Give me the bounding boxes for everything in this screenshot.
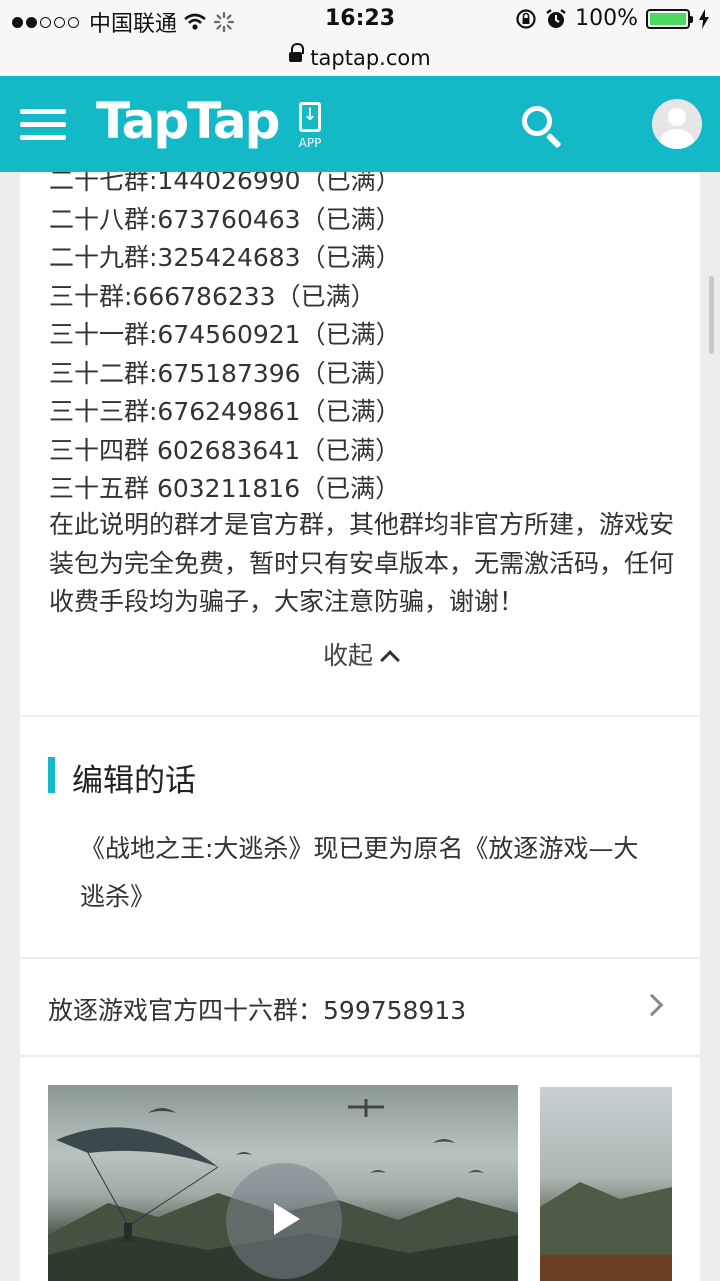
url-domain: taptap.com bbox=[310, 46, 431, 70]
charging-bolt-icon bbox=[699, 8, 709, 29]
collapse-button[interactable]: 收起 bbox=[20, 636, 700, 672]
group-item: 三十五群 603211816（已满） bbox=[49, 474, 401, 503]
address-bar[interactable]: taptap.com bbox=[0, 40, 720, 76]
status-bar: 中国联通 16:23 100% bbox=[0, 0, 720, 40]
app-download-icon[interactable]: APP bbox=[292, 102, 328, 152]
section-accent-bar bbox=[48, 757, 55, 793]
play-icon[interactable] bbox=[226, 1163, 342, 1279]
screenshot-scene-image bbox=[540, 1182, 672, 1281]
app-label: APP bbox=[298, 136, 322, 150]
battery-percent: 100% bbox=[575, 6, 638, 31]
group-item: 二十七群:144026990（已满） bbox=[49, 172, 401, 195]
editor-note-text: 《战地之王:大逃杀》现已更为原名《放逐游戏—大逃杀》 bbox=[80, 834, 639, 911]
search-icon[interactable] bbox=[520, 104, 564, 149]
editor-note-card: 编辑的话 《战地之王:大逃杀》现已更为原名《放逐游戏—大逃杀》 bbox=[20, 717, 700, 957]
scrollbar[interactable] bbox=[709, 276, 714, 354]
media-gallery bbox=[20, 1057, 700, 1281]
group-item: 三十群:666786233（已满） bbox=[49, 281, 376, 311]
chevron-up-icon bbox=[380, 650, 400, 670]
group-item: 二十八群:673760463（已满） bbox=[49, 204, 401, 234]
chevron-right-icon bbox=[640, 993, 664, 1017]
group-item: 三十四群 602683641（已满） bbox=[49, 435, 401, 465]
game-description-card: 二十七群:144026990（已满） 二十八群:673760463（已满） 二十… bbox=[20, 172, 700, 715]
hamburger-menu-icon[interactable] bbox=[20, 109, 66, 141]
lock-icon bbox=[289, 42, 305, 64]
status-right: 100% bbox=[515, 6, 710, 31]
section-title: 编辑的话 bbox=[72, 763, 196, 799]
group-item: 三十一群:674560921（已满） bbox=[49, 320, 401, 349]
site-header: TapTap APP bbox=[0, 76, 720, 172]
user-avatar-icon[interactable] bbox=[652, 99, 702, 149]
group-list: 二十七群:144026990（已满） 二十八群:673760463（已满） 二十… bbox=[49, 172, 679, 509]
screenshot-thumbnail[interactable] bbox=[540, 1087, 672, 1281]
taptap-logo[interactable]: TapTap bbox=[96, 92, 280, 150]
video-thumbnail[interactable] bbox=[48, 1085, 518, 1281]
official-group-label: 放逐游戏官方四十六群：599758913 bbox=[48, 996, 467, 1025]
alarm-icon bbox=[546, 8, 566, 28]
group-item: 二十九群:325424683（已满） bbox=[49, 243, 401, 272]
collapse-label: 收起 bbox=[322, 641, 373, 670]
battery-icon bbox=[646, 8, 693, 29]
official-group-row[interactable]: 放逐游戏官方四十六群：599758913 bbox=[20, 959, 700, 1055]
rotation-lock-icon bbox=[516, 8, 536, 29]
official-notice: 在此说明的群才是官方群，其他群均非官方所建，游戏安装包为完全免费，暂时只有安卓版… bbox=[49, 510, 675, 616]
group-item: 三十二群:675187396（已满） bbox=[49, 358, 401, 388]
group-item: 三十三群:676249861（已满） bbox=[49, 397, 401, 426]
